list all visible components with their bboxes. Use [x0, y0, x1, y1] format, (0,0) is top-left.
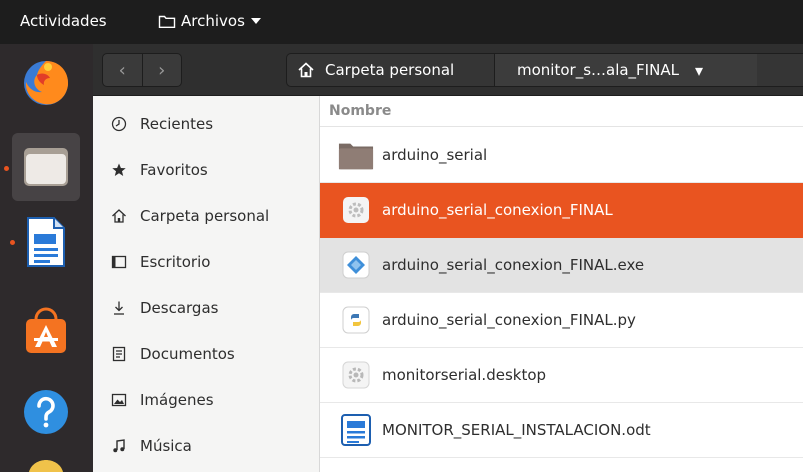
file-row[interactable]: arduino_serial_conexion_FINAL.py — [320, 293, 803, 348]
places-sidebar: Recientes Favoritos Carpeta personal Esc… — [93, 96, 320, 472]
caret-down-icon — [250, 18, 261, 24]
star-icon — [110, 161, 128, 179]
folder-outline-icon — [158, 15, 176, 28]
clock-icon — [110, 115, 128, 133]
file-name: arduino_serial_conexion_FINAL.exe — [382, 256, 645, 274]
home-icon — [298, 62, 314, 78]
navigation-buttons: ‹ › — [102, 53, 182, 87]
file-row[interactable]: MONITOR_SERIAL_INSTALACION.odt — [320, 403, 803, 458]
sidebar-item-carpeta-personal[interactable]: Carpeta personal — [93, 198, 320, 234]
column-header-name[interactable]: Nombre — [320, 96, 803, 127]
breadcrumb-current[interactable]: monitor_s…ala_FINAL ▾ — [495, 54, 757, 86]
breadcrumb-home-label: Carpeta personal — [325, 61, 455, 79]
dock — [0, 44, 93, 472]
file-row[interactable]: monitorserial.desktop — [320, 348, 803, 403]
software-center-icon — [26, 307, 66, 353]
help-icon — [24, 390, 68, 434]
sidebar-item-label: Imágenes — [140, 391, 214, 409]
forward-button[interactable]: › — [141, 54, 182, 86]
sidebar-item-imagenes[interactable]: Imágenes — [93, 382, 320, 418]
file-row[interactable]: arduino_serial_conexion_FINAL — [320, 183, 803, 238]
executable-icon — [338, 192, 374, 228]
odt-icon — [338, 412, 374, 448]
back-button[interactable]: ‹ — [103, 54, 142, 86]
writer-icon — [27, 217, 65, 267]
exe-icon — [338, 247, 374, 283]
breadcrumb-home[interactable]: Carpeta personal — [287, 54, 495, 86]
app-menu-label: Archivos — [181, 12, 245, 30]
file-row[interactable]: arduino_serial — [320, 128, 803, 183]
sidebar-item-label: Música — [140, 437, 192, 455]
sidebar-item-label: Recientes — [140, 115, 214, 133]
dock-item-files[interactable] — [12, 133, 80, 201]
chevron-right-icon: › — [158, 59, 166, 81]
dock-item-software[interactable] — [12, 296, 80, 364]
python-icon — [338, 302, 374, 338]
sidebar-item-favoritos[interactable]: Favoritos — [93, 152, 320, 188]
sidebar-item-label: Escritorio — [140, 253, 211, 271]
image-icon — [110, 391, 128, 409]
files-icon — [24, 148, 68, 186]
file-name: monitorserial.desktop — [382, 366, 547, 384]
desktop-icon — [110, 253, 128, 271]
download-icon — [110, 299, 128, 317]
running-indicator — [4, 166, 9, 171]
file-name: arduino_serial — [382, 146, 488, 164]
firefox-icon — [24, 61, 69, 105]
dock-item-writer[interactable] — [12, 208, 80, 276]
dock-item-firefox[interactable] — [12, 48, 80, 116]
music-icon — [110, 437, 128, 455]
top-bar: Actividades Archivos — [0, 0, 803, 44]
breadcrumb: Carpeta personal monitor_s…ala_FINAL ▾ — [286, 53, 803, 87]
sidebar-item-recientes[interactable]: Recientes — [93, 106, 320, 142]
file-name: arduino_serial_conexion_FINAL.py — [382, 311, 636, 329]
folder-icon — [338, 137, 374, 173]
sidebar-item-label: Carpeta personal — [140, 207, 270, 225]
chevron-left-icon: ‹ — [118, 59, 126, 81]
breadcrumb-current-label: monitor_s…ala_FINAL — [517, 61, 679, 79]
dock-item-help[interactable] — [12, 378, 80, 446]
desktop-file-icon — [338, 357, 374, 393]
file-name: MONITOR_SERIAL_INSTALACION.odt — [382, 421, 651, 439]
sidebar-item-documentos[interactable]: Documentos — [93, 336, 320, 372]
activities-button[interactable]: Actividades — [20, 12, 107, 30]
dropdown-arrow-icon[interactable]: ▾ — [695, 61, 703, 80]
document-icon — [110, 345, 128, 363]
dock-item-partial[interactable] — [12, 458, 80, 472]
sidebar-item-label: Favoritos — [140, 161, 208, 179]
sidebar-item-label: Documentos — [140, 345, 235, 363]
home-icon — [110, 207, 128, 225]
sidebar-item-descargas[interactable]: Descargas — [93, 290, 320, 326]
file-row[interactable]: arduino_serial_conexion_FINAL.exe — [320, 238, 803, 293]
sidebar-item-escritorio[interactable]: Escritorio — [93, 244, 320, 280]
app-menu[interactable]: Archivos — [158, 12, 262, 30]
app-icon — [29, 460, 63, 472]
file-name: arduino_serial_conexion_FINAL — [382, 201, 613, 219]
sidebar-item-musica[interactable]: Música — [93, 428, 320, 464]
file-list: Nombre arduino_serial arduino_serial_con… — [320, 96, 803, 472]
sidebar-item-label: Descargas — [140, 299, 219, 317]
header-bar: ‹ › Carpeta personal monitor_s…ala_FINAL… — [93, 44, 803, 96]
